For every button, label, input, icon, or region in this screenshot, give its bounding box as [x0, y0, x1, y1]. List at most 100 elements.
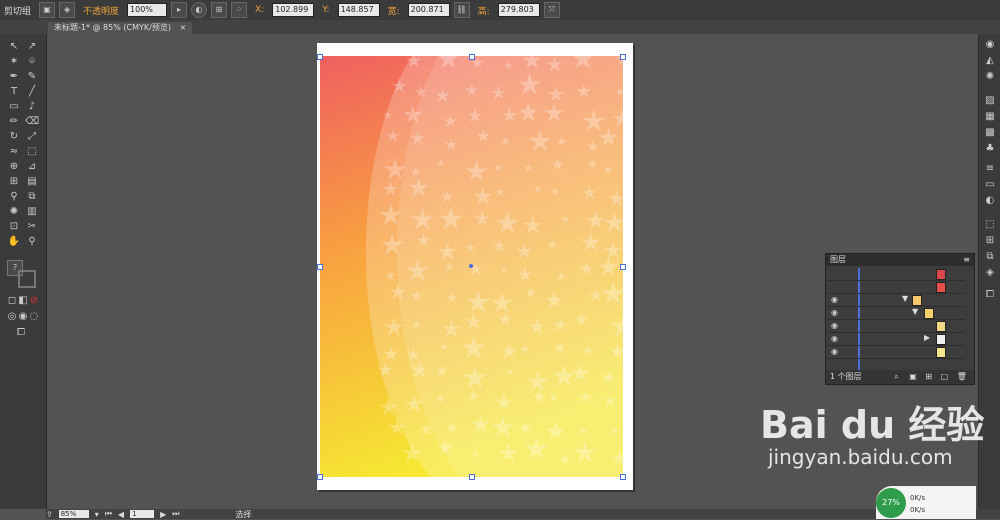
delete-layer-icon[interactable]: 🗑 — [957, 372, 967, 381]
screen-mode-icon[interactable]: ⧠ — [14, 326, 28, 340]
zoom-tool-icon[interactable]: ⚲ — [25, 235, 39, 249]
layer-row[interactable]: ◉ ▼ — [828, 307, 964, 320]
graph-tool-icon[interactable]: ▥ — [25, 205, 39, 219]
visibility-eye-icon[interactable]: ◉ — [831, 307, 838, 319]
zoom-dropdown-icon[interactable]: ▾ — [95, 510, 99, 519]
transform-icon[interactable]: ⤧ — [543, 2, 560, 18]
hand-tool-icon[interactable]: ✋ — [7, 235, 21, 249]
selection-handle-left[interactable] — [317, 264, 323, 270]
layers-panel-icon[interactable]: ◈ — [983, 266, 997, 280]
free-transform-icon[interactable]: ⬚ — [25, 145, 39, 159]
network-speed-widget[interactable]: 27% 0K/s 0K/s — [876, 486, 976, 519]
artboards-panel-icon[interactable]: ⧠ — [983, 288, 997, 302]
blend-tool-icon[interactable]: ⧉ — [25, 190, 39, 204]
layer-row[interactable]: ◉ — [828, 320, 964, 333]
width-field[interactable]: 200.871 — [407, 3, 450, 17]
layer-row[interactable]: ◉ ▶ — [828, 333, 964, 346]
color-icon[interactable]: ▨ — [983, 94, 997, 108]
selection-tool-icon[interactable]: ↖ — [7, 40, 21, 54]
transform-panel-icon[interactable]: ⬚ — [983, 218, 997, 232]
brushes-icon[interactable]: ✺ — [983, 70, 997, 84]
y-field[interactable]: 148.857 — [337, 3, 380, 17]
rotate-tool-icon[interactable]: ↻ — [7, 130, 21, 144]
layer-row[interactable] — [828, 268, 964, 281]
document-tab[interactable]: 未标题-1* @ 85% (CMYK/预览) × — [48, 22, 193, 34]
first-page-icon[interactable]: ⏮ — [105, 509, 112, 519]
mesh-tool-icon[interactable]: ⊞ — [7, 175, 21, 189]
layer-row[interactable] — [828, 281, 964, 294]
new-layer-icon[interactable]: ▢ — [941, 372, 949, 381]
scale-tool-icon[interactable]: ⤢ — [25, 130, 39, 144]
eyedropper-icon[interactable]: ⚲ — [7, 190, 21, 204]
eraser-tool-icon[interactable]: ⌫ — [25, 115, 39, 129]
collapse-arrow-icon[interactable]: ▶ — [924, 333, 930, 342]
transform-reference-icon[interactable]: ⁘ — [231, 2, 248, 18]
swatches-icon[interactable]: ▩ — [983, 126, 997, 140]
selection-handle-top[interactable] — [469, 54, 475, 60]
visibility-eye-icon[interactable]: ◉ — [831, 346, 838, 358]
paintbrush-tool-icon[interactable]: ♪ — [25, 100, 39, 114]
last-page-icon[interactable]: ⏭ — [172, 509, 179, 519]
color-guide-icon[interactable]: ▦ — [983, 110, 997, 124]
zoom-field[interactable]: 85% — [58, 510, 89, 518]
none-mode-icon[interactable]: ⊘ — [27, 294, 41, 308]
visibility-eye-icon[interactable]: ◉ — [831, 320, 838, 332]
transparency-icon[interactable]: ◐ — [983, 194, 997, 208]
stroke-swatch[interactable] — [18, 270, 36, 288]
artboard-tool-icon[interactable]: ⊡ — [7, 220, 21, 234]
slice-tool-icon[interactable]: ✂ — [25, 220, 39, 234]
layer-row[interactable]: ◉ ▼ — [828, 294, 964, 307]
direct-selection-tool-icon[interactable]: ↗ — [25, 40, 39, 54]
make-clip-mask-icon[interactable]: ▣ — [909, 372, 917, 381]
gradient-panel-icon[interactable]: ▭ — [983, 178, 997, 192]
curvature-tool-icon[interactable]: ✎ — [25, 70, 39, 84]
panel-menu-icon[interactable]: ≡ — [963, 254, 970, 266]
draw-inside-icon[interactable]: ◌ — [27, 310, 41, 324]
opacity-label[interactable]: 不透明度 — [79, 4, 123, 17]
opacity-dropdown-icon[interactable]: ▸ — [171, 2, 188, 18]
expand-arrow-icon[interactable]: ▼ — [902, 294, 908, 303]
rectangle-tool-icon[interactable]: ▭ — [7, 100, 21, 114]
pen-tool-icon[interactable]: ✒ — [7, 70, 21, 84]
graphic-styles-icon[interactable]: ◭ — [983, 54, 997, 68]
locate-object-icon[interactable]: ⌕ — [894, 372, 898, 381]
visibility-eye-icon[interactable]: ◉ — [831, 294, 838, 306]
clip-mask-icon[interactable]: ▣ — [39, 2, 56, 18]
align-panel-icon[interactable]: ⊞ — [983, 234, 997, 248]
selection-handle-bottom-left[interactable] — [317, 474, 323, 480]
warp-tool-icon[interactable]: ≈ — [7, 145, 21, 159]
appearance-icon[interactable]: ◉ — [983, 38, 997, 52]
selection-handle-bottom-right[interactable] — [620, 474, 626, 480]
new-sublayer-icon[interactable]: ⊞ — [925, 372, 932, 381]
layers-panel-header[interactable]: 图层 ≡ — [826, 254, 974, 266]
symbols-icon[interactable]: ♣ — [983, 142, 997, 156]
opacity-field[interactable]: 100% — [127, 3, 168, 17]
next-page-icon[interactable]: ▶ — [160, 510, 166, 519]
pathfinder-icon[interactable]: ⧉ — [983, 250, 997, 264]
selection-handle-top-right[interactable] — [620, 54, 626, 60]
pencil-tool-icon[interactable]: ✏ — [7, 115, 21, 129]
perspective-grid-icon[interactable]: ⊿ — [25, 160, 39, 174]
shape-builder-icon[interactable]: ⊕ — [7, 160, 21, 174]
height-field[interactable]: 279.803 — [497, 3, 540, 17]
type-tool-icon[interactable]: T — [7, 85, 21, 99]
gradient-tool-icon[interactable]: ▤ — [25, 175, 39, 189]
symbol-sprayer-icon[interactable]: ✺ — [7, 205, 21, 219]
selection-handle-right[interactable] — [620, 264, 626, 270]
share-icon[interactable]: ⇪ — [46, 510, 53, 519]
selection-handle-top-left[interactable] — [317, 54, 323, 60]
page-field[interactable]: 1 — [130, 510, 155, 518]
magic-wand-icon[interactable]: ✶ — [7, 55, 21, 69]
edit-contents-icon[interactable]: ◈ — [59, 2, 76, 18]
lasso-icon[interactable]: ⌾ — [25, 55, 39, 69]
x-field[interactable]: 102.899 — [272, 3, 315, 17]
align-icon[interactable]: ⊞ — [211, 2, 228, 18]
recolor-icon[interactable]: ◐ — [191, 2, 208, 18]
constrain-proportions-icon[interactable]: ⛓ — [453, 2, 470, 18]
layer-row[interactable]: ◉ — [828, 346, 964, 359]
close-tab-icon[interactable]: × — [180, 23, 187, 32]
visibility-eye-icon[interactable]: ◉ — [831, 333, 838, 345]
stroke-icon[interactable]: ≡ — [983, 162, 997, 176]
selection-handle-bottom[interactable] — [469, 474, 475, 480]
prev-page-icon[interactable]: ◀ — [118, 510, 124, 519]
